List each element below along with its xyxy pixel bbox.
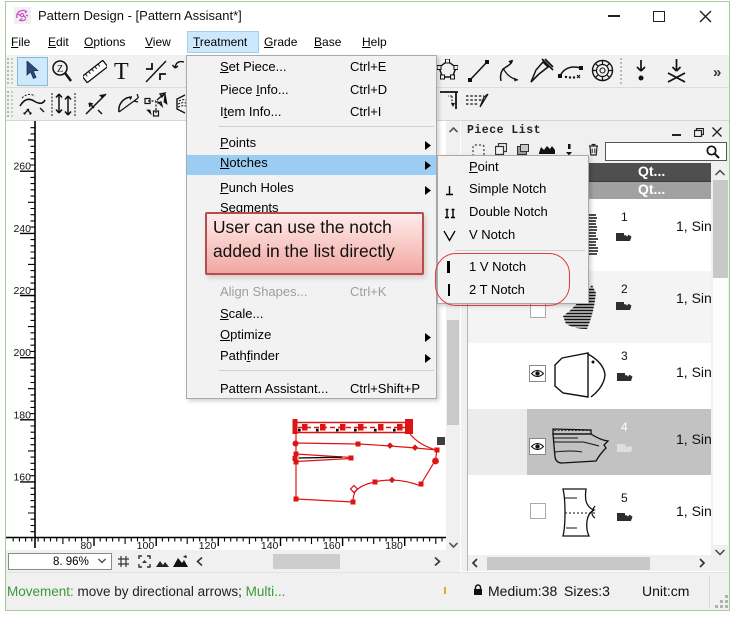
svg-text:80: 80 <box>80 540 92 550</box>
svg-text:Z: Z <box>57 64 63 75</box>
svg-text:160: 160 <box>13 471 31 483</box>
svg-text:220: 220 <box>13 285 31 297</box>
svg-text:180: 180 <box>385 540 403 550</box>
svg-text:240: 240 <box>13 223 31 235</box>
svg-text:180: 180 <box>13 409 31 421</box>
svg-text:160: 160 <box>323 540 341 550</box>
svg-text:120: 120 <box>199 540 217 550</box>
svg-text:260: 260 <box>13 161 31 173</box>
svg-text:100: 100 <box>137 540 155 550</box>
svg-text:140: 140 <box>261 540 279 550</box>
svg-text:200: 200 <box>13 347 31 359</box>
